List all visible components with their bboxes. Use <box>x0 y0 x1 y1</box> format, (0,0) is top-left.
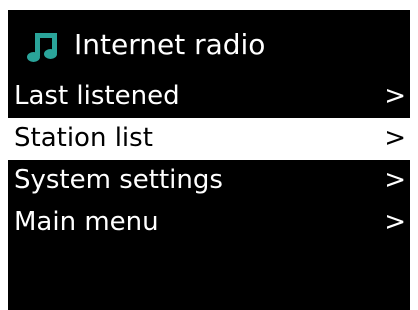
chevron-right-icon: > <box>384 207 406 237</box>
page-title: Internet radio <box>74 28 266 61</box>
menu-item-station-list[interactable]: Station list > <box>8 118 410 160</box>
menu-item-last-listened[interactable]: Last listened > <box>8 76 410 118</box>
radio-display: Internet radio Last listened > Station l… <box>8 10 410 310</box>
chevron-right-icon: > <box>384 123 406 153</box>
menu-item-label: Last listened <box>14 81 180 111</box>
menu-item-label: Station list <box>14 123 153 153</box>
menu-list: Last listened > Station list > System se… <box>8 76 410 244</box>
menu-item-label: Main menu <box>14 207 159 237</box>
menu-item-system-settings[interactable]: System settings > <box>8 160 410 202</box>
header: Internet radio <box>8 24 410 68</box>
chevron-right-icon: > <box>384 81 406 111</box>
music-note-icon <box>26 30 60 64</box>
chevron-right-icon: > <box>384 165 406 195</box>
menu-item-main-menu[interactable]: Main menu > <box>8 202 410 244</box>
menu-item-label: System settings <box>14 165 223 195</box>
